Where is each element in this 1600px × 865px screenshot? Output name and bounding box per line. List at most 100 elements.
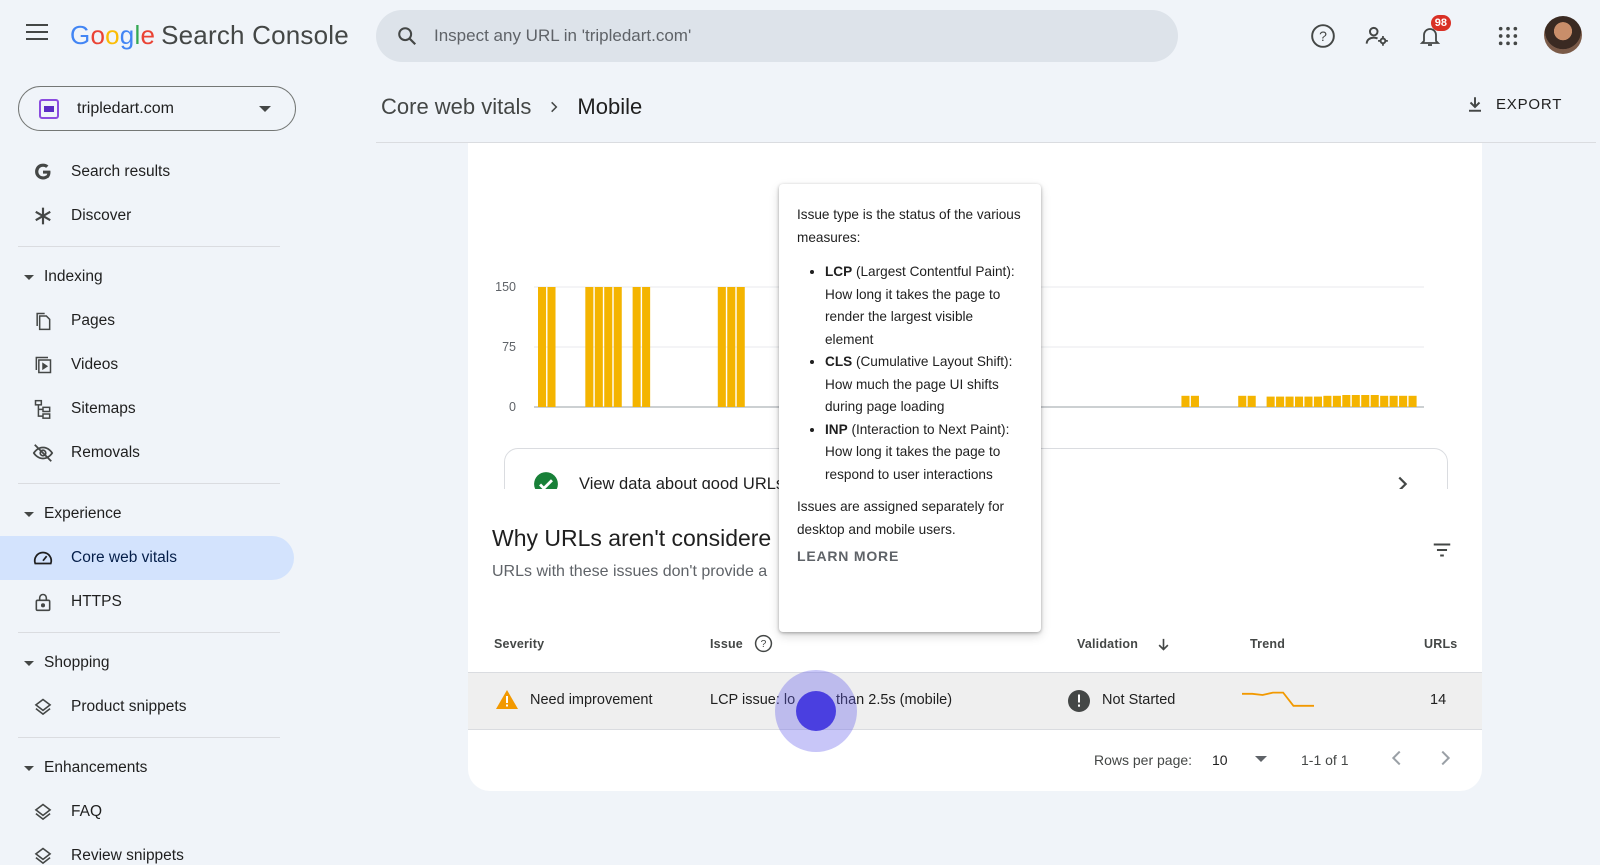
chart-bar[interactable] xyxy=(1313,396,1322,407)
chart-bar[interactable] xyxy=(1332,395,1341,407)
export-button[interactable]: EXPORT xyxy=(1466,94,1562,114)
pagination-range: 1-1 of 1 xyxy=(1301,752,1349,768)
layers-icon xyxy=(32,845,54,865)
alert-circle-icon xyxy=(1068,690,1090,712)
tooltip-list: LCP (Largest Contentful Paint): How long… xyxy=(825,261,1023,486)
account-avatar[interactable] xyxy=(1544,16,1582,54)
notification-badge: 98 xyxy=(1430,15,1451,31)
apps-grid-icon[interactable] xyxy=(1490,18,1526,54)
sidebar-section-experience[interactable]: Experience xyxy=(0,492,300,536)
sidebar-item-product-snippets[interactable]: Product snippets xyxy=(0,685,294,729)
column-header-urls[interactable]: URLs xyxy=(1424,637,1457,651)
column-header-validation[interactable]: Validation xyxy=(1077,637,1138,651)
sidebar-item-discover[interactable]: Discover xyxy=(0,194,294,238)
rows-per-page-dropdown-icon[interactable] xyxy=(1254,755,1268,763)
sort-arrow-down-icon[interactable] xyxy=(1156,636,1171,653)
breadcrumb-core-web-vitals[interactable]: Core web vitals xyxy=(381,94,531,120)
chart-bar[interactable] xyxy=(1285,396,1294,407)
chart-bar[interactable] xyxy=(1389,395,1398,407)
user-settings-icon[interactable] xyxy=(1359,18,1395,54)
sidebar-item-videos[interactable]: Videos xyxy=(0,343,294,387)
property-selector[interactable]: tripledart.com xyxy=(18,86,296,131)
urls-count: 14 xyxy=(1430,692,1447,708)
column-header-trend[interactable]: Trend xyxy=(1250,637,1285,651)
click-indicator-dot xyxy=(796,691,836,731)
sidebar-item-core-web-vitals[interactable]: Core web vitals xyxy=(0,536,294,580)
chart-bar[interactable] xyxy=(1361,395,1370,407)
chart-bar[interactable] xyxy=(594,287,603,407)
chart-bar[interactable] xyxy=(1323,395,1332,407)
sidebar-item-https[interactable]: HTTPS xyxy=(0,580,294,624)
chart-bar[interactable] xyxy=(1266,396,1275,407)
chart-bar[interactable] xyxy=(1351,395,1360,407)
sidebar-item-faq[interactable]: FAQ xyxy=(0,790,294,834)
chart-bar[interactable] xyxy=(1294,396,1304,407)
collapse-arrow-icon xyxy=(24,511,34,517)
chart-bar[interactable] xyxy=(604,287,613,407)
layers-icon xyxy=(32,801,54,823)
sidebar-divider xyxy=(18,246,280,247)
chart-bar[interactable] xyxy=(1247,395,1256,407)
sidebar-item-sitemaps[interactable]: Sitemaps xyxy=(0,387,294,431)
url-inspect-input[interactable] xyxy=(434,26,1134,46)
lock-icon xyxy=(32,591,54,613)
speedometer-icon xyxy=(32,547,54,569)
trend-sparkline xyxy=(1242,691,1314,707)
severity-label: Need improvement xyxy=(530,692,653,708)
table-row[interactable]: Need improvement LCP issue: lo than 2.5s… xyxy=(468,672,1482,730)
chart-bar[interactable] xyxy=(1190,395,1199,407)
chart-bar[interactable] xyxy=(736,287,745,407)
chart-bar[interactable] xyxy=(1399,395,1408,407)
chart-bar[interactable] xyxy=(538,287,547,407)
collapse-arrow-icon xyxy=(24,765,34,771)
chart-bar[interactable] xyxy=(1304,396,1313,407)
column-header-severity[interactable]: Severity xyxy=(494,637,544,651)
url-inspect-search[interactable] xyxy=(376,10,1178,62)
sidebar-section-indexing[interactable]: Indexing xyxy=(0,255,300,299)
y-tick-label: 150 xyxy=(495,280,516,294)
chart-bar[interactable] xyxy=(717,287,726,407)
help-icon[interactable]: ? xyxy=(1305,18,1341,54)
search-console-logo[interactable]: Google Search Console xyxy=(70,20,349,51)
previous-page-icon[interactable] xyxy=(1386,747,1408,769)
chart-bar[interactable] xyxy=(547,287,556,407)
sidebar-item-removals[interactable]: Removals xyxy=(0,431,294,475)
sidebar-section-enhancements[interactable]: Enhancements xyxy=(0,746,300,790)
y-tick-label: 75 xyxy=(502,340,516,354)
chart-bar[interactable] xyxy=(1408,395,1417,407)
chart-bar[interactable] xyxy=(1342,395,1351,407)
tooltip-item-cls: CLS (Cumulative Layout Shift): How much … xyxy=(825,351,1023,419)
warning-icon xyxy=(496,690,518,709)
next-page-icon[interactable] xyxy=(1434,747,1456,769)
issues-card-title: Why URLs aren't considere xyxy=(492,525,772,551)
chart-bar[interactable] xyxy=(1380,395,1389,407)
column-header-issue[interactable]: Issue xyxy=(710,637,743,651)
chart-bar[interactable] xyxy=(1276,396,1285,407)
tooltip-outro: Issues are assigned separately for deskt… xyxy=(797,499,1005,537)
rows-per-page-value[interactable]: 10 xyxy=(1212,752,1228,768)
chevron-right-icon xyxy=(547,94,561,120)
svg-text:?: ? xyxy=(1319,28,1327,44)
notifications-icon[interactable]: 98 xyxy=(1412,15,1451,54)
main-menu-icon[interactable] xyxy=(26,24,48,42)
chart-bar[interactable] xyxy=(1238,395,1247,407)
eye-off-icon xyxy=(32,442,54,464)
sidebar-item-review-snippets[interactable]: Review snippets xyxy=(0,834,294,865)
chart-bar[interactable] xyxy=(642,287,651,407)
sidebar-section-shopping[interactable]: Shopping xyxy=(0,641,300,685)
chart-bar[interactable] xyxy=(1181,395,1190,407)
sidebar-item-pages[interactable]: Pages xyxy=(0,299,294,343)
filter-icon[interactable] xyxy=(1430,539,1454,561)
chart-bar[interactable] xyxy=(1370,395,1379,407)
dropdown-caret-icon xyxy=(259,106,271,112)
chart-bar[interactable] xyxy=(632,287,641,407)
trend-line xyxy=(1242,691,1314,707)
page-title: Mobile xyxy=(577,94,643,119)
sidebar-item-search-results[interactable]: Search results xyxy=(0,150,294,194)
learn-more-link[interactable]: LEARN MORE xyxy=(797,545,1023,568)
help-circle-icon[interactable]: ? xyxy=(754,634,773,653)
chart-bar[interactable] xyxy=(727,287,736,407)
search-icon xyxy=(398,27,417,46)
chart-bar[interactable] xyxy=(585,287,594,407)
chart-bar[interactable] xyxy=(613,287,622,407)
